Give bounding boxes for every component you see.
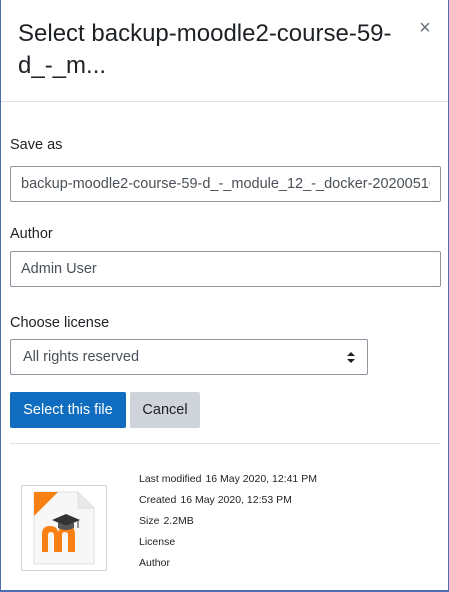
size-row: Size 2.2MB	[139, 515, 194, 527]
section-divider	[10, 443, 440, 444]
author-input[interactable]	[10, 251, 441, 287]
license-label: Choose license	[10, 315, 110, 331]
author-label: Author	[10, 226, 53, 242]
license-row: License	[139, 536, 175, 548]
file-thumbnail	[21, 485, 107, 571]
select-arrows-icon	[347, 352, 355, 363]
author-info-label: Author	[139, 557, 170, 569]
license-select[interactable]: All rights reserved	[10, 339, 368, 375]
save-as-input[interactable]	[10, 166, 441, 202]
created-value: 16 May 2020, 12:53 PM	[180, 494, 292, 506]
author-row: Author	[139, 557, 170, 569]
size-label: Size	[139, 515, 160, 527]
size-value: 2.2MB	[163, 515, 194, 527]
select-this-file-button[interactable]: Select this file	[10, 392, 126, 428]
created-label: Created	[139, 494, 177, 506]
dialog-title: Select backup-moodle2-course-59-d_-_m...	[18, 20, 392, 79]
moodle-file-icon	[33, 491, 95, 565]
last-modified-value: 16 May 2020, 12:41 PM	[205, 473, 317, 485]
license-select-value: All rights reserved	[23, 349, 140, 365]
header-divider	[1, 101, 448, 102]
save-as-label: Save as	[10, 137, 63, 153]
close-icon[interactable]: ×	[417, 18, 433, 38]
created-row: Created 16 May 2020, 12:53 PM	[139, 494, 292, 506]
last-modified-row: Last modified 16 May 2020, 12:41 PM	[139, 473, 317, 485]
cancel-button[interactable]: Cancel	[130, 392, 200, 428]
last-modified-label: Last modified	[139, 473, 202, 485]
dialog-border-left	[0, 0, 1, 592]
license-info-label: License	[139, 536, 176, 548]
